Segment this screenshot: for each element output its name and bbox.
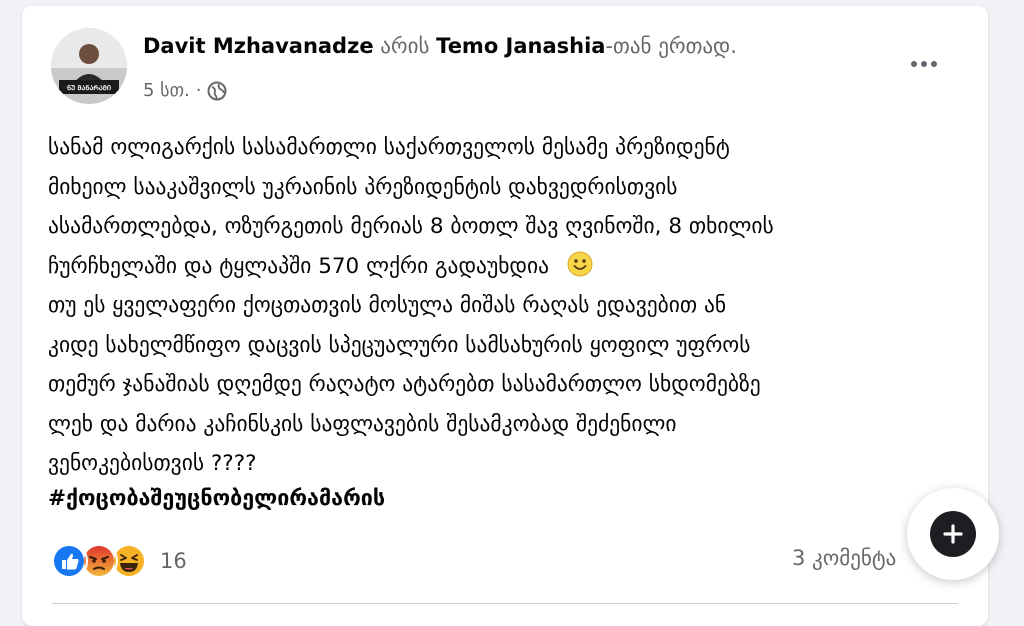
smile-emoji-icon — [567, 251, 593, 277]
globe-icon[interactable] — [207, 81, 227, 101]
post-line: ასამართლებდა, ოზურგეთის მერიას 8 ბოთლ შა… — [48, 214, 774, 239]
post-line: კიდე სახელმწიფო დაცვის სპეცუალური სამსახ… — [48, 332, 751, 358]
more-options-button[interactable] — [902, 42, 946, 86]
post-line: ვენოკებისთვის ???? — [48, 451, 257, 476]
post-body: სანამ ოლიგარქის სასამართლი საქართველოს მ… — [48, 128, 968, 484]
post-line: სანამ ოლიგარქის სასამართლი საქართველოს მ… — [48, 135, 730, 160]
post-line: ჩურჩხელაში და ტყლაპში 570 ლქრი გადაუხდია — [48, 253, 550, 279]
meta-separator: · — [195, 80, 202, 101]
post-line: ლეხ და მარია კაჩინსკის საფლავების შესამკ… — [48, 411, 677, 437]
post-time[interactable]: 5 სთ. — [143, 80, 190, 101]
author-name[interactable]: Davit Mzhavanadze — [143, 34, 374, 58]
plus-icon — [930, 511, 976, 557]
comments-count[interactable]: 3 კომენტა — [792, 546, 896, 570]
with-word: არის — [380, 34, 430, 58]
like-icon — [50, 542, 88, 580]
post-line: თუ ეს ყველაფერი ქოცთათვის მოსულა მიშას რ… — [48, 293, 727, 318]
post-meta: 5 სთ. · — [143, 80, 227, 101]
divider — [52, 603, 958, 604]
reaction-count[interactable]: 16 — [160, 549, 187, 573]
new-message-button[interactable] — [907, 488, 999, 580]
avatar[interactable]: ᲜᲣ ᲛᲐᲜᲐᲠᲐᲛᲘ — [51, 28, 127, 104]
hashtag-link[interactable]: #ქოცობაშეუცნობელირამარის — [48, 486, 385, 511]
tagged-name[interactable]: Temo Janashia — [436, 34, 605, 58]
post-line: თემურ ჯანაშიას დღემდე რაღატო ატარებთ სას… — [48, 372, 761, 397]
with-suffix: -თან ერთად. — [605, 34, 737, 58]
avatar-image: ᲜᲣ ᲛᲐᲜᲐᲠᲐᲛᲘ — [51, 28, 127, 104]
post-line-with-emoji: ჩურჩხელაში და ტყლაპში 570 ლქრი გადაუხდია — [48, 247, 968, 287]
post-line: მიხეილ სააკაშვილს უკრაინის პრეზიდენტის დ… — [48, 174, 678, 200]
post-card: ᲜᲣ ᲛᲐᲜᲐᲠᲐᲛᲘ Davit Mzhavanadze არის Temo … — [22, 6, 988, 626]
avatar-caption: ᲜᲣ ᲛᲐᲜᲐᲠᲐᲛᲘ — [67, 84, 111, 92]
reactions-summary[interactable]: 16 — [50, 542, 187, 580]
post-header: Davit Mzhavanadze არის Temo Janashia-თან… — [143, 34, 737, 58]
more-icon — [911, 61, 937, 67]
